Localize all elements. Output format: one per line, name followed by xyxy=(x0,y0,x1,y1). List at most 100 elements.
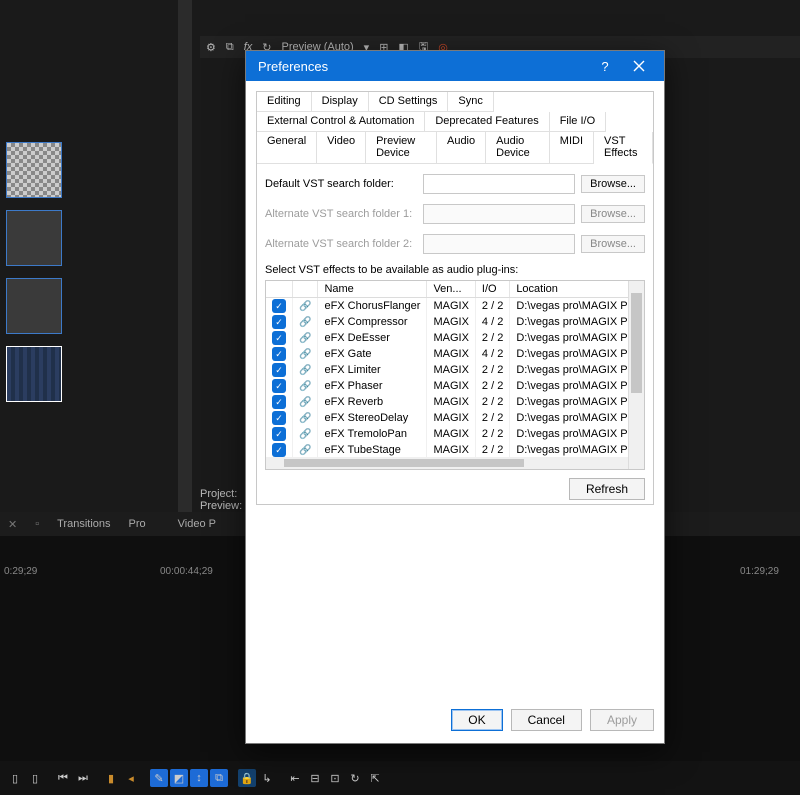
tray-icon[interactable]: ▯ xyxy=(6,769,24,787)
tool-icon[interactable]: ↻ xyxy=(346,769,364,787)
table-row[interactable]: 🔗eFX CompressorMAGIX4 / 2D:\vegas pro\MA… xyxy=(266,314,628,330)
tab-general[interactable]: General xyxy=(257,132,317,164)
table-row[interactable]: 🔗eFX DeEsserMAGIX2 / 2D:\vegas pro\MAGIX… xyxy=(266,330,628,346)
tab-audio[interactable]: Audio xyxy=(437,132,486,164)
checkbox[interactable] xyxy=(272,411,286,425)
checkbox[interactable] xyxy=(272,363,286,377)
default-vst-input[interactable] xyxy=(423,174,575,194)
column-header[interactable]: I/O xyxy=(475,281,509,298)
tool-icon[interactable]: ⇱ xyxy=(366,769,384,787)
media-thumb[interactable] xyxy=(6,210,62,266)
cell-name: eFX Reverb xyxy=(318,394,427,410)
table-row[interactable]: 🔗eFX PhaserMAGIX2 / 2D:\vegas pro\MAGIX … xyxy=(266,378,628,394)
tool-icon[interactable]: 🔒 xyxy=(238,769,256,787)
tab-close-icon[interactable]: ✕ xyxy=(8,518,17,531)
tab-video-preview[interactable]: Video P xyxy=(178,518,216,530)
cell-location: D:\vegas pro\MAGIX Plugins\es xyxy=(510,298,628,315)
cancel-button[interactable]: Cancel xyxy=(511,709,582,731)
ok-button[interactable]: OK xyxy=(451,709,502,731)
table-row[interactable]: 🔗eFX TubeStageMAGIX2 / 2D:\vegas pro\MAG… xyxy=(266,442,628,458)
grid-hscrollbar[interactable] xyxy=(266,457,628,469)
table-row[interactable]: 🔗eFX ReverbMAGIX2 / 2D:\vegas pro\MAGIX … xyxy=(266,394,628,410)
table-row[interactable]: 🔗eFX StereoDelayMAGIX2 / 2D:\vegas pro\M… xyxy=(266,410,628,426)
column-header[interactable]: Name xyxy=(318,281,427,298)
browse-button[interactable]: Browse... xyxy=(581,175,645,193)
cell-vendor: MAGIX xyxy=(427,314,475,330)
checkbox[interactable] xyxy=(272,347,286,361)
field-default-vst: Default VST search folder: Browse... xyxy=(265,174,645,194)
grid-vscrollbar[interactable] xyxy=(628,281,644,469)
help-button[interactable]: ? xyxy=(588,51,622,81)
checkbox[interactable] xyxy=(272,427,286,441)
tool-icon[interactable]: ⊡ xyxy=(326,769,344,787)
alt2-vst-input xyxy=(423,234,575,254)
column-header[interactable] xyxy=(293,281,318,298)
table-row[interactable]: 🔗eFX LimiterMAGIX2 / 2D:\vegas pro\MAGIX… xyxy=(266,362,628,378)
tab-vst-effects[interactable]: VST Effects xyxy=(594,132,653,164)
table-row[interactable]: 🔗eFX ChorusFlangerMAGIX2 / 2D:\vegas pro… xyxy=(266,298,628,315)
plugin-icon: 🔗 xyxy=(293,330,318,346)
media-thumb[interactable] xyxy=(6,278,62,334)
tool-icon[interactable]: ↳ xyxy=(258,769,276,787)
media-thumb[interactable] xyxy=(6,346,62,402)
tab-file-i-o[interactable]: File I/O xyxy=(550,112,606,132)
refresh-button[interactable]: Refresh xyxy=(569,478,645,500)
tab-external-control-automation[interactable]: External Control & Automation xyxy=(257,112,425,132)
cell-location: D:\vegas pro\MAGIX Plugins\es xyxy=(510,378,628,394)
tool-icon[interactable]: ✎ xyxy=(150,769,168,787)
field-alt-vst-1: Alternate VST search folder 1: Browse... xyxy=(265,204,645,224)
tab-cd-settings[interactable]: CD Settings xyxy=(369,92,449,112)
dialog-titlebar[interactable]: Preferences ? xyxy=(246,51,664,81)
panel-scrollbar[interactable] xyxy=(178,0,192,515)
tab-sync[interactable]: Sync xyxy=(448,92,493,112)
tab-midi[interactable]: MIDI xyxy=(550,132,594,164)
tray-icon[interactable]: ⏮ xyxy=(54,769,72,787)
cell-location: D:\vegas pro\MAGIX Plugins\es xyxy=(510,410,628,426)
column-header[interactable] xyxy=(266,281,293,298)
tool-icon[interactable]: ↕ xyxy=(190,769,208,787)
cell-vendor: MAGIX xyxy=(427,394,475,410)
cell-vendor: MAGIX xyxy=(427,330,475,346)
vst-list-label: Select VST effects to be available as au… xyxy=(265,264,645,276)
column-header[interactable]: Location xyxy=(510,281,628,298)
tool-icon[interactable]: ⇤ xyxy=(286,769,304,787)
tool-icon[interactable]: ⊟ xyxy=(306,769,324,787)
media-thumb[interactable] xyxy=(6,142,62,198)
browse-button[interactable]: Browse... xyxy=(581,235,645,253)
checkbox[interactable] xyxy=(272,299,286,313)
tool-icon[interactable]: ◩ xyxy=(170,769,188,787)
timecode: 00:00:44;29 xyxy=(160,566,213,577)
tab-pin-icon[interactable]: ▫ xyxy=(35,518,39,530)
tab-pro[interactable]: Pro xyxy=(129,518,146,530)
tab-editing[interactable]: Editing xyxy=(257,92,312,112)
cell-name: eFX StereoDelay xyxy=(318,410,427,426)
plugin-icon: 🔗 xyxy=(293,314,318,330)
table-row[interactable]: 🔗eFX TremoloPanMAGIX2 / 2D:\vegas pro\MA… xyxy=(266,426,628,442)
close-icon[interactable] xyxy=(622,51,656,81)
cell-io: 2 / 2 xyxy=(475,378,509,394)
tab-transitions[interactable]: Transitions xyxy=(57,518,110,530)
tab-video[interactable]: Video xyxy=(317,132,366,164)
checkbox[interactable] xyxy=(272,331,286,345)
tab-display[interactable]: Display xyxy=(312,92,369,112)
gear-icon[interactable]: ⚙ xyxy=(206,41,216,54)
tray-icon[interactable]: ▯ xyxy=(26,769,44,787)
tray-icon[interactable]: ⏭ xyxy=(74,769,92,787)
cell-name: eFX ChorusFlanger xyxy=(318,298,427,315)
tab-audio-device[interactable]: Audio Device xyxy=(486,132,550,164)
checkbox[interactable] xyxy=(272,395,286,409)
dialog-title: Preferences xyxy=(258,59,588,74)
tray-icon[interactable]: ◂ xyxy=(122,769,140,787)
checkbox[interactable] xyxy=(272,315,286,329)
tab-preview-device[interactable]: Preview Device xyxy=(366,132,437,164)
tray-icon[interactable]: ▮ xyxy=(102,769,120,787)
browse-button[interactable]: Browse... xyxy=(581,205,645,223)
copy-icon[interactable]: ⧉ xyxy=(226,41,234,54)
checkbox[interactable] xyxy=(272,379,286,393)
table-row[interactable]: 🔗eFX GateMAGIX4 / 2D:\vegas pro\MAGIX Pl… xyxy=(266,346,628,362)
tab-deprecated-features[interactable]: Deprecated Features xyxy=(425,112,549,132)
tool-icon[interactable]: ⧉ xyxy=(210,769,228,787)
column-header[interactable]: Ven... xyxy=(427,281,475,298)
checkbox[interactable] xyxy=(272,443,286,457)
cell-name: eFX Limiter xyxy=(318,362,427,378)
